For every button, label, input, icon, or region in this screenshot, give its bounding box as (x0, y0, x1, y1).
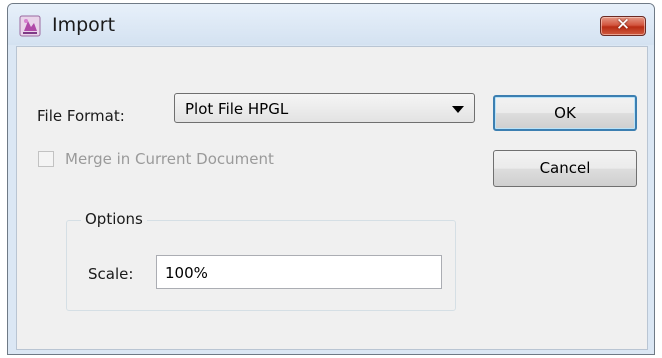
file-format-select[interactable]: Plot File HPGL (174, 93, 475, 123)
app-icon (19, 15, 41, 37)
import-dialog: Import ✕ File Format: Plot File HPGL Mer… (7, 3, 655, 355)
close-icon: ✕ (615, 15, 631, 35)
cancel-button[interactable]: Cancel (493, 150, 637, 187)
scale-label: Scale: (88, 265, 134, 283)
file-format-label: File Format: (37, 107, 125, 125)
window-title: Import (52, 14, 116, 36)
merge-checkbox[interactable] (38, 151, 54, 167)
file-format-value: Plot File HPGL (185, 100, 289, 118)
dialog-body: File Format: Plot File HPGL Merge in Cur… (16, 46, 648, 350)
merge-label: Merge in Current Document (65, 150, 274, 168)
title-bar[interactable]: Import ✕ (8, 4, 654, 45)
close-button[interactable]: ✕ (600, 15, 646, 36)
chevron-down-icon (452, 106, 464, 113)
options-group-label: Options (81, 210, 147, 228)
ok-button[interactable]: OK (493, 95, 637, 131)
scale-input[interactable]: 100% (156, 255, 442, 289)
scale-value: 100% (165, 264, 208, 282)
